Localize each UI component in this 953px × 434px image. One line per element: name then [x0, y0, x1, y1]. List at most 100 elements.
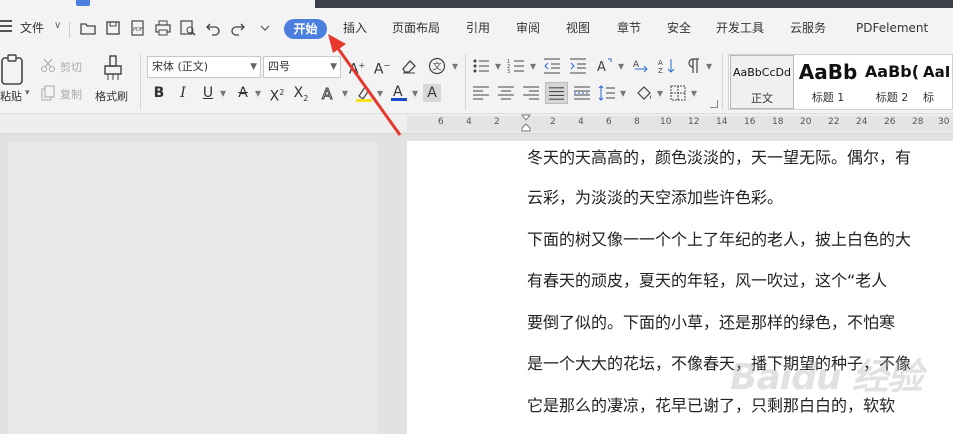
- align-left-icon[interactable]: [472, 84, 490, 102]
- align-right-icon[interactable]: [522, 84, 540, 102]
- chevron-down-icon[interactable]: ▾: [685, 84, 703, 102]
- file-menu[interactable]: 文件: [20, 17, 44, 39]
- ruler-tick-label: 2: [550, 117, 556, 127]
- separator: [465, 54, 466, 110]
- svg-text:PDF: PDF: [133, 27, 143, 33]
- numbered-list-icon[interactable]: 123: [507, 57, 525, 75]
- superscript-icon[interactable]: X2: [268, 84, 286, 105]
- chevron-down-icon[interactable]: ▾: [524, 57, 542, 75]
- tab-references[interactable]: 引用: [466, 17, 490, 39]
- style-heading-3[interactable]: AaI 标: [923, 55, 953, 109]
- document-tab-indicator[interactable]: [76, 0, 90, 6]
- style-preview: AaI: [923, 63, 951, 81]
- format-painter-label[interactable]: 格式刷: [95, 88, 128, 104]
- ruler-tick-label: 8: [634, 117, 640, 127]
- export-pdf-icon[interactable]: PDF: [130, 20, 146, 36]
- bullet-list-icon[interactable]: [472, 57, 490, 75]
- tab-pdfelement[interactable]: PDFelement: [856, 17, 928, 39]
- ruler-tick-label: 2: [494, 117, 500, 127]
- svg-text:文: 文: [433, 61, 442, 73]
- character-shading-icon[interactable]: A: [423, 84, 441, 102]
- chevron-down-icon[interactable]: ▾: [214, 84, 232, 102]
- ruler-tick-label: 10: [660, 117, 672, 127]
- style-heading-2[interactable]: AaBb( 标题 2: [861, 55, 923, 109]
- hamburger-menu-icon[interactable]: [0, 20, 14, 32]
- print-preview-icon[interactable]: [180, 20, 196, 36]
- chevron-down-icon[interactable]: ▾: [446, 57, 464, 75]
- ruler-tick-label: 6: [438, 117, 444, 127]
- cut-icon[interactable]: [40, 57, 58, 73]
- tab-view[interactable]: 视图: [566, 17, 590, 39]
- tab-chapter[interactable]: 章节: [617, 17, 641, 39]
- style-heading-1[interactable]: AaBb 标题 1: [795, 55, 861, 109]
- font-name-select[interactable]: 宋体 (正文) ▼: [147, 56, 261, 78]
- ruler-tick-label: 4: [578, 117, 584, 127]
- ruler-tick-label: 14: [716, 117, 728, 127]
- ruler-text-area: [407, 116, 953, 132]
- svg-text:Z: Z: [658, 67, 663, 75]
- separator: [722, 54, 723, 110]
- chevron-down-icon[interactable]: ∨: [54, 20, 61, 31]
- increase-indent-icon[interactable]: [569, 57, 587, 75]
- print-icon[interactable]: [155, 20, 171, 36]
- subscript-icon[interactable]: X2: [292, 84, 310, 103]
- redo-icon[interactable]: [230, 20, 246, 36]
- document-line[interactable]: 冬天的天高高的，颜色淡淡的，天一望无际。偶尔，有: [527, 144, 911, 168]
- ribbon-home: 粘贴 ▾ 剪切 复制 格式刷 宋体 (正文) ▼ 四号 ▼ A+ A− 文: [0, 48, 953, 114]
- ruler-tick-label: 6: [606, 117, 612, 127]
- ruler-tick-label: 12: [688, 117, 700, 127]
- annotation-arrow-icon: [328, 34, 402, 136]
- tab-review[interactable]: 审阅: [516, 17, 540, 39]
- style-name: 标: [923, 91, 934, 104]
- document-line[interactable]: 云彩，为淡淡的天空添加些许色彩。: [527, 184, 783, 208]
- ruler-tick-label: 22: [828, 117, 840, 127]
- ruler-tick-label: 30: [938, 117, 950, 127]
- paragraph-settings-launcher[interactable]: [710, 100, 718, 108]
- horizontal-ruler[interactable]: 6 4 2 2 4 6 8 10 12 14 16 18 20 22 24 26…: [0, 114, 953, 134]
- ruler-tick-label: 4: [466, 117, 472, 127]
- chevron-down-icon[interactable]: ▾: [614, 84, 632, 102]
- font-name-value: 宋体 (正文): [152, 60, 209, 73]
- menu-bar: 文件 ∨ PDF 开始 插入 页面布局 引用 审阅 视图 章节 安全 开发工具 …: [0, 8, 953, 48]
- chevron-down-icon[interactable]: ▾: [249, 84, 267, 102]
- tab-security[interactable]: 安全: [667, 17, 691, 39]
- indent-marker[interactable]: [520, 114, 532, 132]
- chevron-down-icon[interactable]: ▼: [250, 57, 257, 77]
- decrease-indent-icon[interactable]: [543, 57, 561, 75]
- ruler-tick-label: 28: [912, 117, 924, 127]
- wps-writer-window: 文件 ∨ PDF 开始 插入 页面布局 引用 审阅 视图 章节 安全 开发工具 …: [0, 0, 953, 434]
- italic-icon[interactable]: I: [174, 84, 192, 102]
- justify-icon[interactable]: [545, 82, 568, 104]
- document-line[interactable]: 有春天的顽皮，夏天的年轻，风一吹过，这个“老人: [527, 267, 887, 291]
- document-line[interactable]: 下面的树又像一一个个上了年纪的老人，披上白色的大: [527, 226, 911, 250]
- paste-label: 粘贴: [0, 90, 22, 103]
- title-strip: [0, 0, 953, 8]
- bold-icon[interactable]: B: [150, 84, 168, 102]
- text-direction-icon[interactable]: A: [632, 57, 650, 75]
- svg-text:A: A: [597, 60, 606, 75]
- style-normal[interactable]: AaBbCcDd 正文: [730, 55, 794, 109]
- document-line[interactable]: 要倒了似的。下面的小草，还是那样的绿色，不怕寒: [527, 309, 895, 333]
- copy-label[interactable]: 复制: [60, 86, 82, 102]
- phonetic-guide-icon[interactable]: 文: [428, 57, 446, 75]
- undo-icon[interactable]: [205, 20, 221, 36]
- tab-cloud-services[interactable]: 云服务: [790, 17, 826, 39]
- chevron-down-icon[interactable]: ▾: [651, 84, 669, 102]
- distributed-align-icon[interactable]: [573, 84, 591, 102]
- save-icon[interactable]: [105, 20, 121, 36]
- style-preview: AaBb: [798, 60, 858, 84]
- paste-dropdown-icon[interactable]: ▾: [25, 88, 30, 98]
- customize-toolbar-icon[interactable]: [257, 20, 273, 36]
- open-folder-icon[interactable]: [80, 20, 96, 36]
- copy-icon[interactable]: [40, 85, 58, 101]
- chevron-down-icon[interactable]: ▾: [489, 57, 507, 75]
- sort-icon[interactable]: AZ: [658, 57, 676, 75]
- align-center-icon[interactable]: [497, 84, 515, 102]
- style-name: 正文: [751, 92, 773, 105]
- cut-label[interactable]: 剪切: [60, 59, 82, 75]
- paste-button[interactable]: [0, 54, 30, 88]
- chevron-down-icon[interactable]: ▾: [612, 57, 630, 75]
- format-painter-icon[interactable]: [101, 54, 127, 82]
- chevron-down-icon[interactable]: ▾: [700, 57, 718, 75]
- tab-developer-tools[interactable]: 开发工具: [716, 17, 764, 39]
